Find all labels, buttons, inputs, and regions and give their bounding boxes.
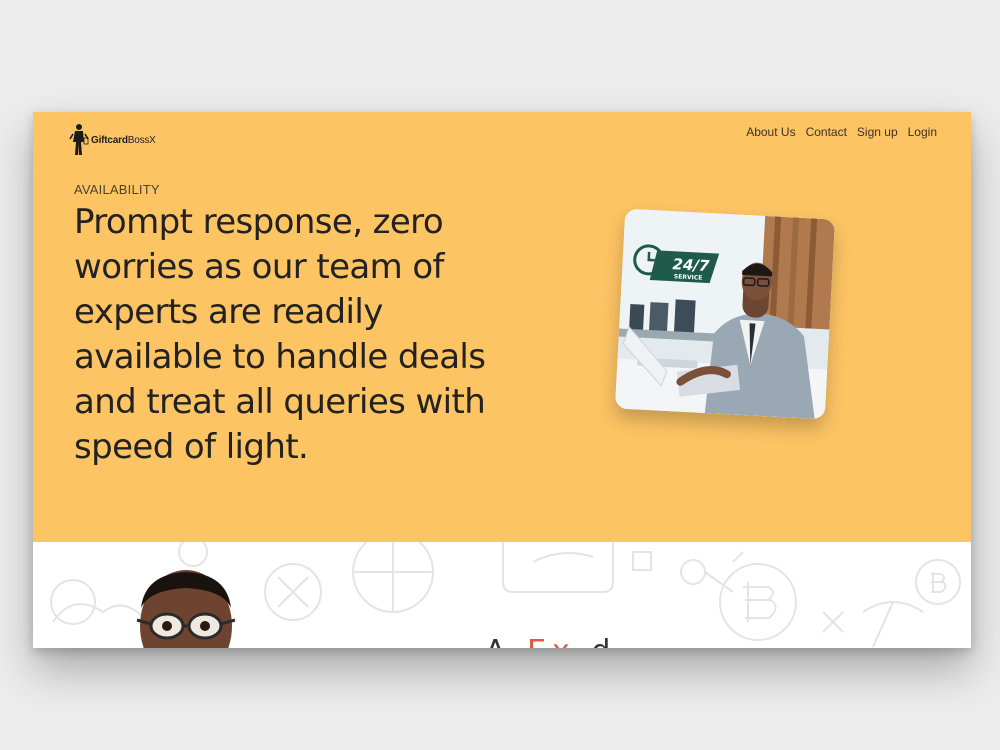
next-section: A Ex d <box>33 542 971 648</box>
section-title-peek: A Ex d <box>485 634 616 648</box>
brand-name: GiftcardBossX <box>91 134 156 146</box>
nav-login[interactable]: Login <box>908 125 937 139</box>
nav-sign-up[interactable]: Sign up <box>857 125 898 139</box>
section-eyebrow: AVAILABILITY <box>74 182 160 197</box>
browser-viewport: GiftcardBossX About Us Contact Sign up L… <box>33 112 971 648</box>
hero-headline: Prompt response, zero worries as our tea… <box>74 202 486 467</box>
hero-section: GiftcardBossX About Us Contact Sign up L… <box>33 112 971 542</box>
nav-contact[interactable]: Contact <box>806 125 847 139</box>
support-agent-photo: 24/7 SERVICE <box>614 208 836 420</box>
top-nav: About Us Contact Sign up Login <box>746 125 937 139</box>
logo-figure-icon <box>69 122 89 158</box>
svg-text:SERVICE: SERVICE <box>674 273 703 281</box>
nav-about-us[interactable]: About Us <box>746 125 795 139</box>
smiling-man-avatar <box>136 570 236 648</box>
svg-text:24/7: 24/7 <box>672 255 710 275</box>
brand-logo[interactable]: GiftcardBossX <box>69 122 156 158</box>
